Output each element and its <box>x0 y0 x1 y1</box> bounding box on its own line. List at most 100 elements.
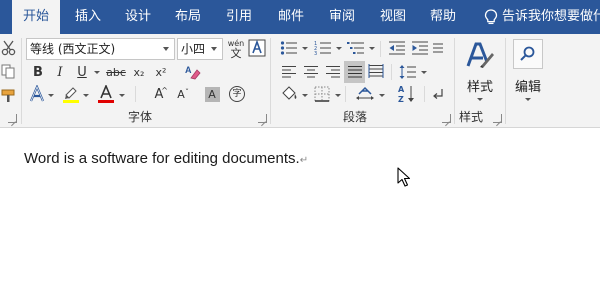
shrink-font-icon: A <box>177 87 185 101</box>
enclose-characters-icon: 字 <box>229 86 245 102</box>
character-border-button[interactable] <box>248 38 266 58</box>
font-group-label: 字体 <box>127 110 152 124</box>
character-shading-button[interactable]: A <box>202 84 222 104</box>
mouse-cursor-icon <box>397 167 411 187</box>
text-effects-button[interactable] <box>28 84 46 104</box>
show-hide-marks-button[interactable] <box>430 84 446 104</box>
ribbon-tab-bar: 开始 插入 设计 布局 引用 邮件 审阅 视图 帮助 告诉我你想要做什么 <box>0 0 600 34</box>
decrease-font-size-button[interactable]: Aˇ <box>172 84 190 104</box>
italic-button[interactable]: I <box>51 63 69 81</box>
justify-icon <box>347 66 362 78</box>
document-paragraph[interactable]: Word is a software for editing documents… <box>24 150 308 167</box>
increase-font-size-button[interactable]: A ^ <box>150 84 168 104</box>
font-color-icon <box>98 85 114 103</box>
clear-formatting-button[interactable]: A <box>182 62 204 82</box>
format-painter-button[interactable] <box>0 86 18 106</box>
font-size-value: 小四 <box>181 42 206 56</box>
underline-button[interactable]: U <box>73 63 91 81</box>
format-painter-icon <box>1 89 15 102</box>
divider <box>380 41 381 57</box>
tab-references[interactable]: 引用 <box>217 0 261 34</box>
increase-indent-button[interactable] <box>410 39 430 57</box>
highlight-dropdown-icon[interactable] <box>83 94 89 97</box>
numbering-dropdown-icon[interactable] <box>336 47 342 50</box>
increase-indent-icon <box>412 41 428 55</box>
align-right-icon <box>326 66 340 78</box>
line-spacing-dropdown-icon[interactable] <box>421 71 427 74</box>
tab-design[interactable]: 设计 <box>116 0 160 34</box>
document-text[interactable]: Word is a software for editing documents… <box>24 150 300 167</box>
align-right-button[interactable] <box>323 62 343 82</box>
strikethrough-button[interactable]: abc <box>103 63 129 81</box>
styles-button[interactable]: 样式 <box>460 38 500 108</box>
clipboard-launcher-icon[interactable] <box>8 114 17 123</box>
superscript-button[interactable]: x² <box>152 63 170 81</box>
multilevel-list-button[interactable] <box>346 39 366 57</box>
text-effects-dropdown-icon[interactable] <box>48 94 54 97</box>
borders-button[interactable] <box>312 84 332 104</box>
phonetic-guide-button[interactable]: wén 文 <box>226 37 246 61</box>
font-color-button[interactable] <box>96 84 116 104</box>
divider <box>424 86 425 102</box>
tab-insert[interactable]: 插入 <box>66 0 110 34</box>
tab-layout[interactable]: 布局 <box>166 0 210 34</box>
distributed-button[interactable] <box>366 62 386 82</box>
shading-dropdown-icon[interactable] <box>302 94 308 97</box>
line-spacing-icon <box>399 65 416 79</box>
subscript-button[interactable]: x₂ <box>130 63 148 81</box>
eraser-icon: A <box>185 65 201 80</box>
sort-icon: A Z <box>398 85 414 104</box>
lightbulb-icon <box>484 9 498 25</box>
chevron-down-icon[interactable] <box>159 39 174 59</box>
decrease-indent-icon <box>389 41 405 55</box>
font-dialog-launcher-icon[interactable] <box>258 114 267 123</box>
paragraph-group-label: 段落 <box>342 110 367 124</box>
cut-button[interactable] <box>0 38 18 58</box>
highlight-button[interactable] <box>61 84 81 104</box>
align-center-icon <box>304 66 318 78</box>
editing-button[interactable]: 编辑 <box>509 38 547 108</box>
tab-mailings[interactable]: 邮件 <box>269 0 313 34</box>
borders-dropdown-icon[interactable] <box>335 94 341 97</box>
character-shading-icon: A <box>204 86 220 102</box>
styles-button-label: 样式 <box>466 80 493 95</box>
paragraph-dialog-launcher-icon[interactable] <box>442 114 451 123</box>
character-border-icon <box>248 39 266 57</box>
numbering-button[interactable]: 1 2 3 <box>313 39 333 57</box>
tab-view[interactable]: 视图 <box>371 0 415 34</box>
divider <box>391 64 392 80</box>
multilevel-dropdown-icon[interactable] <box>369 47 375 50</box>
align-center-button[interactable] <box>301 62 321 82</box>
search-icon <box>520 46 535 61</box>
justify-button[interactable] <box>344 61 365 83</box>
highlighter-icon <box>63 87 79 103</box>
line-spacing-button[interactable] <box>398 62 418 82</box>
shading-button[interactable] <box>279 84 299 104</box>
tell-me-text: 告诉我你想要做什么 <box>502 9 600 24</box>
copy-button[interactable] <box>0 62 18 82</box>
chevron-down-icon[interactable] <box>207 39 222 59</box>
chinese-layout-button[interactable] <box>354 84 376 104</box>
chinese-layout-dropdown-icon[interactable] <box>379 94 385 97</box>
distributed-icon <box>368 64 384 78</box>
enclose-characters-button[interactable]: 字 <box>227 84 247 104</box>
bullets-button[interactable] <box>279 39 299 57</box>
bullets-dropdown-icon[interactable] <box>302 47 308 50</box>
styles-dialog-launcher-icon[interactable] <box>493 114 502 123</box>
font-size-combo[interactable]: 小四 <box>177 38 223 60</box>
align-left-button[interactable] <box>279 62 299 82</box>
divider <box>21 38 22 124</box>
text-effects-icon <box>29 85 45 102</box>
font-name-combo[interactable]: 等线 (西文正文) <box>26 38 175 60</box>
decrease-indent-button[interactable] <box>387 39 407 57</box>
styles-dropdown-icon <box>477 98 483 101</box>
document-canvas[interactable]: Word is a software for editing documents… <box>0 128 600 300</box>
underline-dropdown-icon[interactable] <box>94 71 100 74</box>
more-paragraph-options-button[interactable] <box>431 39 445 57</box>
tab-home[interactable]: 开始 <box>12 0 60 34</box>
bold-button[interactable]: B <box>29 63 47 81</box>
tab-review[interactable]: 审阅 <box>320 0 364 34</box>
font-color-dropdown-icon[interactable] <box>119 94 125 97</box>
tab-help[interactable]: 帮助 <box>421 0 465 34</box>
sort-button[interactable]: A Z <box>397 83 417 105</box>
